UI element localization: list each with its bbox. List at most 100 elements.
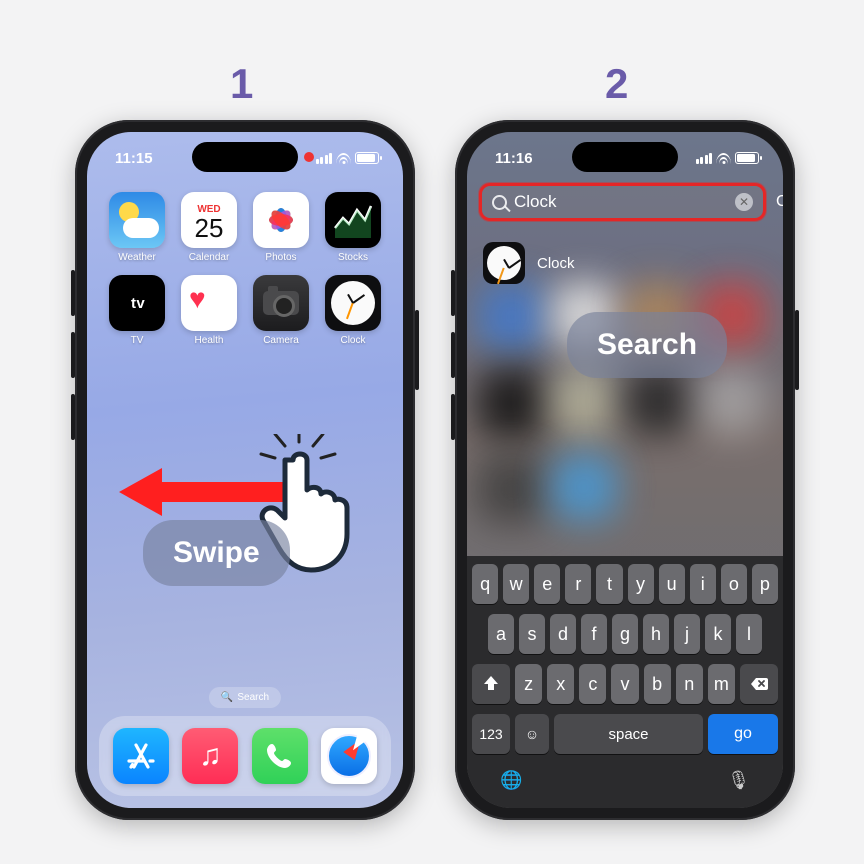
key-h[interactable]: h	[643, 614, 669, 654]
key-q[interactable]: q	[472, 564, 498, 604]
dynamic-island	[192, 142, 298, 172]
app-label: Photos	[265, 252, 296, 263]
battery-icon	[735, 152, 759, 164]
weather-icon	[109, 192, 165, 248]
app-tv[interactable]: tv TV	[101, 275, 173, 346]
app-weather[interactable]: Weather	[101, 192, 173, 263]
clock-icon	[483, 242, 525, 284]
status-time: 11:15	[115, 150, 153, 167]
step-label-1: 1	[230, 60, 253, 108]
key-i[interactable]: i	[690, 564, 716, 604]
hint-swipe: Swipe	[143, 520, 290, 586]
go-key[interactable]: go	[708, 714, 778, 754]
app-music[interactable]: ♫	[182, 728, 238, 784]
clear-search-button[interactable]: ✕	[735, 193, 753, 211]
dynamic-island	[572, 142, 678, 172]
key-j[interactable]: j	[674, 614, 700, 654]
search-pill-label: Search	[237, 692, 269, 703]
search-field[interactable]: ✕	[479, 183, 766, 221]
key-n[interactable]: n	[676, 664, 703, 704]
app-photos[interactable]: Photos	[245, 192, 317, 263]
keyboard-row-4: 123 ☺ space go	[472, 714, 778, 754]
keyboard-row-1: qwertyuiop	[472, 564, 778, 604]
hint-search: Search	[567, 312, 727, 378]
app-label: Weather	[118, 252, 156, 263]
app-label: Stocks	[338, 252, 368, 263]
tv-icon: tv	[109, 275, 165, 331]
wifi-icon	[716, 153, 731, 164]
key-a[interactable]: a	[488, 614, 514, 654]
app-label: TV	[131, 335, 144, 346]
globe-key[interactable]: 🌐	[500, 770, 522, 791]
app-label: Clock	[340, 335, 365, 346]
space-key[interactable]: space	[554, 714, 703, 754]
screen[interactable]: 11:16 ✕ Cancel Clock Search qwertyuiop a…	[467, 132, 783, 808]
phone-home-screen: 11:15 Weather WED 25 Calendar	[75, 120, 415, 820]
key-r[interactable]: r	[565, 564, 591, 604]
app-label: Calendar	[189, 252, 230, 263]
keyboard-row-2: asdfghjkl	[472, 614, 778, 654]
key-d[interactable]: d	[550, 614, 576, 654]
home-app-grid: Weather WED 25 Calendar	[87, 186, 403, 352]
app-label: Health	[195, 335, 224, 346]
key-k[interactable]: k	[705, 614, 731, 654]
key-v[interactable]: v	[611, 664, 638, 704]
step-label-2: 2	[605, 60, 628, 108]
wifi-icon	[336, 153, 351, 164]
key-s[interactable]: s	[519, 614, 545, 654]
key-o[interactable]: o	[721, 564, 747, 604]
key-c[interactable]: c	[579, 664, 606, 704]
key-g[interactable]: g	[612, 614, 638, 654]
app-safari[interactable]	[321, 728, 377, 784]
app-camera[interactable]: Camera	[245, 275, 317, 346]
key-b[interactable]: b	[644, 664, 671, 704]
key-l[interactable]: l	[736, 614, 762, 654]
status-time: 11:16	[495, 150, 533, 167]
battery-icon	[355, 152, 379, 164]
key-f[interactable]: f	[581, 614, 607, 654]
backspace-key[interactable]	[740, 664, 778, 704]
app-stocks[interactable]: Stocks	[317, 192, 389, 263]
search-icon: 🔍	[221, 692, 233, 703]
dock: ♫	[99, 716, 391, 796]
camera-icon	[253, 275, 309, 331]
screen[interactable]: 11:15 Weather WED 25 Calendar	[87, 132, 403, 808]
cellular-icon	[696, 153, 713, 164]
app-calendar[interactable]: WED 25 Calendar	[173, 192, 245, 263]
health-icon: ♥	[181, 275, 237, 331]
app-health[interactable]: ♥ Health	[173, 275, 245, 346]
calendar-day: 25	[195, 215, 224, 241]
numbers-key[interactable]: 123	[472, 714, 510, 754]
cancel-button[interactable]: Cancel	[776, 193, 783, 211]
app-appstore[interactable]	[113, 728, 169, 784]
search-icon	[492, 195, 507, 210]
key-y[interactable]: y	[628, 564, 654, 604]
search-input[interactable]	[514, 192, 735, 212]
app-phone[interactable]	[252, 728, 308, 784]
result-label: Clock	[537, 255, 575, 272]
clock-icon	[325, 275, 381, 331]
search-row: ✕ Cancel	[479, 182, 771, 222]
search-result-clock[interactable]: Clock	[483, 242, 767, 284]
key-u[interactable]: u	[659, 564, 685, 604]
key-t[interactable]: t	[596, 564, 622, 604]
shift-key[interactable]	[472, 664, 510, 704]
app-label: Camera	[263, 335, 299, 346]
keyboard-row-3: zxcvbnm	[472, 664, 778, 704]
stocks-icon	[325, 192, 381, 248]
key-x[interactable]: x	[547, 664, 574, 704]
phone-search-screen: 11:16 ✕ Cancel Clock Search qwertyuiop a…	[455, 120, 795, 820]
photos-icon	[253, 192, 309, 248]
emoji-key[interactable]: ☺	[515, 714, 549, 754]
calendar-icon: WED 25	[181, 192, 237, 248]
dictation-key[interactable]: 🎙	[727, 770, 750, 791]
key-p[interactable]: p	[752, 564, 778, 604]
cellular-icon	[316, 153, 333, 164]
key-z[interactable]: z	[515, 664, 542, 704]
keyboard: qwertyuiop asdfghjkl zxcvbnm 123 ☺ space…	[467, 556, 783, 808]
key-w[interactable]: w	[503, 564, 529, 604]
key-e[interactable]: e	[534, 564, 560, 604]
app-clock[interactable]: Clock	[317, 275, 389, 346]
spotlight-search-pill[interactable]: 🔍 Search	[209, 687, 281, 708]
key-m[interactable]: m	[708, 664, 735, 704]
